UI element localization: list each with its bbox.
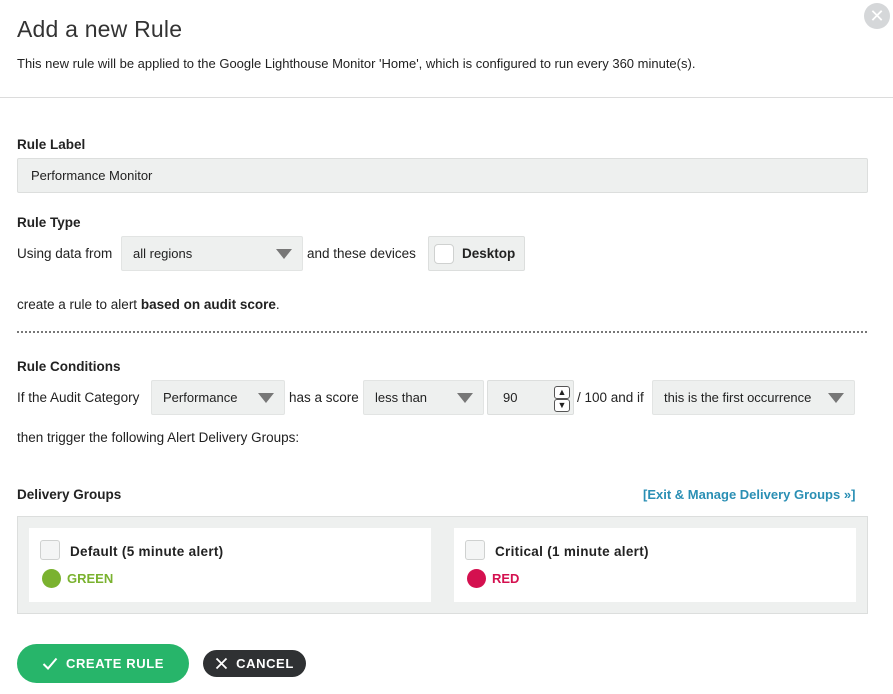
then-trigger-text: then trigger the following Alert Deliver… — [17, 430, 300, 445]
caret-down-icon — [828, 392, 844, 403]
delivery-group-card[interactable]: Default (5 minute alert) GREEN — [29, 528, 431, 602]
rule-type-heading: Rule Type — [17, 215, 81, 230]
decrement-icon[interactable]: ▼ — [554, 399, 570, 412]
dialog-subtitle: This new rule will be applied to the Goo… — [17, 56, 696, 71]
rule-conditions-heading: Rule Conditions — [17, 359, 121, 374]
caret-down-icon — [457, 392, 473, 403]
group-name: Default (5 minute alert) — [70, 544, 224, 559]
delivery-group-card[interactable]: Critical (1 minute alert) RED — [454, 528, 856, 602]
header-divider — [0, 97, 893, 98]
using-data-from-text: Using data from — [17, 246, 113, 261]
create-rule-button[interactable]: CREATE RULE — [17, 644, 189, 683]
region-select[interactable]: all regions — [121, 236, 303, 271]
manage-delivery-groups-link[interactable]: [Exit & Manage Delivery Groups »] — [643, 487, 855, 502]
score-input[interactable]: 90 ▲ ▼ — [487, 380, 574, 415]
group-color-dot — [467, 569, 486, 588]
caret-down-icon — [276, 248, 292, 259]
group-checkbox[interactable] — [40, 540, 60, 560]
create-rule-label: CREATE RULE — [65, 656, 165, 671]
rule-label-heading: Rule Label — [17, 137, 86, 152]
create-prefix: create a rule to alert — [17, 297, 138, 312]
group-name: Critical (1 minute alert) — [495, 544, 649, 559]
occurrence-select[interactable]: this is the first occurrence — [652, 380, 855, 415]
comparator-select-value: less than — [375, 390, 428, 405]
increment-icon[interactable]: ▲ — [554, 386, 570, 399]
device-checkbox[interactable] — [434, 243, 454, 264]
cancel-label: CANCEL — [236, 656, 294, 671]
dialog-title: Add a new Rule — [17, 16, 183, 42]
create-suffix: . — [275, 297, 280, 312]
delivery-groups-heading: Delivery Groups — [17, 487, 122, 502]
comparator-select[interactable]: less than — [363, 380, 484, 415]
and-these-devices-text: and these devices — [307, 246, 416, 261]
out-of-text: / 100 and if — [577, 390, 644, 405]
delivery-groups-panel: Default (5 minute alert) GREEN Critical … — [17, 516, 868, 614]
if-category-text: If the Audit Category — [17, 390, 140, 405]
create-rule-description: create a rule to alert based on audit sc… — [17, 297, 280, 312]
rule-label-input[interactable]: Performance Monitor — [17, 158, 868, 193]
category-select[interactable]: Performance — [151, 380, 285, 415]
group-color-dot — [42, 569, 61, 588]
device-desktop-toggle[interactable]: Desktop — [428, 236, 525, 271]
has-score-text: has a score — [289, 390, 359, 405]
category-select-value: Performance — [163, 390, 238, 405]
close-icon[interactable]: ✕ — [864, 3, 890, 29]
score-value: 90 — [503, 390, 518, 405]
cancel-button[interactable]: CANCEL — [203, 650, 306, 677]
device-label: Desktop — [462, 246, 516, 261]
group-color-label: GREEN — [67, 571, 114, 586]
region-select-value: all regions — [133, 246, 193, 261]
group-checkbox[interactable] — [465, 540, 485, 560]
caret-down-icon — [258, 392, 274, 403]
check-icon — [42, 657, 58, 670]
create-bold: based on audit score — [140, 297, 276, 312]
group-color-label: RED — [492, 571, 520, 586]
x-icon — [215, 657, 228, 670]
section-divider — [17, 331, 867, 333]
occurrence-select-value: this is the first occurrence — [664, 390, 812, 405]
